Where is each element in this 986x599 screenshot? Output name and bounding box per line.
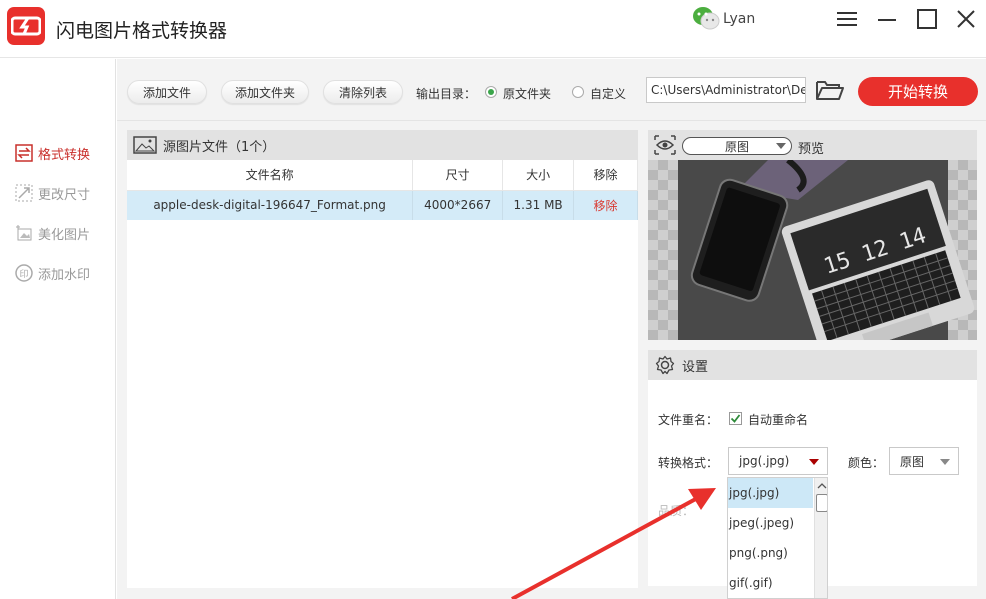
file-table: 文件名称 尺寸 大小 移除 apple-desk-digital-196647_… [127, 160, 638, 220]
sidebar-item-label: 格式转换 [38, 147, 91, 163]
column-header-remove: 移除 [573, 160, 638, 191]
color-label: 颜色： [848, 456, 885, 470]
resize-icon [14, 183, 34, 203]
format-select[interactable]: jpg(.jpg) [728, 447, 828, 475]
format-option-png[interactable]: png(.png) [728, 538, 813, 568]
scroll-thumb[interactable] [816, 494, 827, 512]
output-dir-label: 输出目录： [416, 87, 477, 101]
column-header-name[interactable]: 文件名称 [127, 160, 414, 191]
sidebar: 格式转换 更改尺寸 美化图片 印 添加水印 [0, 59, 116, 599]
settings-title: 设置 [682, 359, 709, 375]
auto-rename-checkbox[interactable] [729, 412, 742, 425]
format-label: 转换格式： [658, 456, 719, 470]
radio-source-folder-label[interactable]: 原文件夹 [503, 85, 551, 102]
gear-icon [654, 354, 676, 376]
app-title: 闪电图片格式转换器 [56, 20, 228, 42]
image-icon [133, 136, 157, 154]
file-name-cell: apple-desk-digital-196647_Format.png [127, 190, 414, 220]
format-select-value: jpg(.jpg) [739, 454, 790, 468]
format-option-jpg[interactable]: jpg(.jpg) [728, 478, 813, 508]
sidebar-item-format-convert[interactable]: 格式转换 [14, 141, 90, 165]
settings-header: 设置 [648, 350, 977, 380]
table-row[interactable]: apple-desk-digital-196647_Format.png 400… [127, 190, 638, 220]
rename-label: 文件重名： [658, 413, 719, 427]
color-select[interactable]: 原图 [889, 447, 959, 475]
sidebar-item-resize[interactable]: 更改尺寸 [14, 181, 90, 205]
auto-rename-label[interactable]: 自动重命名 [748, 411, 808, 428]
add-file-button[interactable]: 添加文件 [127, 80, 207, 104]
column-header-size[interactable]: 大小 [502, 160, 575, 191]
chevron-down-icon [809, 459, 819, 465]
app-logo [7, 7, 45, 45]
svg-text:印: 印 [19, 268, 28, 280]
sidebar-item-label: 更改尺寸 [38, 187, 91, 203]
format-option-jpeg[interactable]: jpeg(.jpeg) [728, 508, 813, 538]
menu-icon[interactable] [834, 6, 860, 32]
chevron-down-icon [776, 143, 786, 149]
file-size-cell: 1.31 MB [502, 190, 575, 220]
radio-source-folder[interactable] [485, 86, 497, 98]
source-files-title: 源图片文件（1个） [163, 139, 276, 155]
wechat-avatar-icon[interactable] [692, 5, 720, 31]
dropdown-scrollbar[interactable] [814, 478, 828, 598]
swap-icon [14, 143, 34, 163]
format-dropdown-list[interactable]: jpg(.jpg) jpeg(.jpeg) png(.png) gif(.gif… [727, 477, 828, 599]
format-option-gif[interactable]: gif(.gif) [728, 568, 813, 598]
preview-label: 预览 [798, 142, 825, 157]
add-folder-button[interactable]: 添加文件夹 [221, 80, 309, 104]
title-bar: 闪电图片格式转换器 Lyan [0, 0, 986, 58]
sidebar-item-beautify[interactable]: 美化图片 [14, 221, 90, 245]
preview-image: 15 12 14 [648, 160, 977, 340]
sidebar-item-label: 添加水印 [38, 267, 91, 283]
start-convert-button[interactable]: 开始转换 [858, 77, 978, 106]
main-area: 添加文件 添加文件夹 清除列表 输出目录： 原文件夹 自定义 C:\Users\… [117, 59, 986, 599]
radio-custom[interactable] [572, 86, 584, 98]
scroll-up-icon[interactable] [815, 480, 828, 492]
clear-list-button[interactable]: 清除列表 [323, 80, 403, 104]
toolbar: 添加文件 添加文件夹 清除列表 输出目录： 原文件夹 自定义 C:\Users\… [117, 59, 986, 121]
remove-file-link[interactable]: 移除 [573, 190, 638, 220]
eye-icon[interactable] [654, 135, 676, 155]
preview-header: 原图 预览 [648, 130, 977, 160]
source-files-panel: 源图片文件（1个） 文件名称 尺寸 大小 移除 apple-desk-digit… [127, 130, 638, 588]
color-select-value: 原图 [900, 454, 925, 469]
beautify-icon [14, 223, 34, 243]
sidebar-item-label: 美化图片 [38, 227, 91, 243]
source-files-header: 源图片文件（1个） [127, 130, 638, 160]
preview-panel: 原图 预览 15 12 14 [648, 130, 977, 340]
user-name[interactable]: Lyan [723, 11, 755, 27]
minimize-icon[interactable] [874, 6, 900, 32]
quality-label: 品质： [658, 504, 695, 518]
close-icon[interactable] [953, 6, 979, 32]
preview-mode-value: 原图 [724, 139, 749, 154]
watermark-icon: 印 [14, 263, 34, 283]
chevron-down-icon [940, 459, 950, 465]
file-dimensions-cell: 4000*2667 [412, 190, 504, 220]
maximize-icon[interactable] [914, 6, 940, 32]
output-path-field[interactable]: C:\Users\Administrator\De [646, 77, 806, 103]
radio-custom-label[interactable]: 自定义 [590, 85, 626, 102]
sidebar-item-watermark[interactable]: 印 添加水印 [14, 261, 90, 285]
preview-mode-select[interactable]: 原图 [682, 137, 792, 155]
folder-open-icon[interactable] [815, 78, 845, 104]
column-header-dimensions[interactable]: 尺寸 [412, 160, 504, 191]
